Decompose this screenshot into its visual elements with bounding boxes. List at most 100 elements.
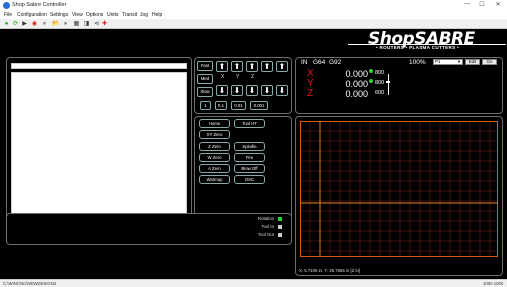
toolpath-grid[interactable] (300, 121, 498, 257)
jog-slow-label: Slow (200, 89, 210, 94)
jog-fast-label: Fast (200, 63, 210, 68)
app-icon (3, 2, 10, 9)
menu-units[interactable]: Units (107, 12, 118, 18)
go-button[interactable]: Go (482, 59, 497, 65)
io-status-panel: Rotation Tool In Tool Out (6, 213, 292, 245)
logo-tagline: • ROUTERS • PLASMA CUTTERS • (376, 45, 459, 50)
axis-y-label: Y (236, 74, 240, 80)
edit-button[interactable]: Edit (465, 59, 480, 65)
g92-indicator: G92 (329, 59, 342, 66)
step-0-001-button[interactable]: 0.001 (250, 101, 268, 110)
jog-fast-button[interactable]: Fast (197, 61, 213, 71)
osc-button[interactable]: OSC (234, 175, 265, 184)
g64-indicator: G64 (313, 59, 326, 66)
back-icon[interactable]: ⊲ (93, 21, 100, 27)
menu-transit[interactable]: Transit (122, 12, 137, 18)
jog-med-button[interactable]: Med (197, 74, 213, 84)
status-right: 1000 1000 (483, 281, 504, 286)
dro-z-axis-label: Z (307, 88, 314, 99)
speed-slider-handle[interactable] (386, 81, 390, 83)
z-zero-button[interactable]: Z Zero (199, 142, 230, 151)
step-0-01-button[interactable]: 0.01 (231, 101, 246, 110)
dro-z-value: 0.000 (345, 89, 368, 99)
dro-x-value: 0.000 (345, 69, 368, 79)
open-folder-icon[interactable]: 📂 (52, 21, 59, 27)
program-panel (6, 57, 192, 237)
jog-x-plus-arrow-icon[interactable]: ⬆ (216, 61, 228, 72)
toolpath-plot-panel: X: 5.7106 in, Y: 25.7566 in [Z in] (295, 116, 503, 276)
maximize-button[interactable]: ☐ (475, 1, 489, 8)
menu-help[interactable]: Help (152, 12, 162, 18)
rotation-label: Rotation (257, 216, 274, 221)
menu-configuration[interactable]: Configuration (17, 12, 47, 18)
tool-out-label: Tool Out (257, 232, 274, 237)
jog-y-plus-arrow-icon[interactable]: ⬆ (231, 61, 243, 72)
menu-file[interactable]: File (4, 12, 12, 18)
home-button[interactable]: Home (199, 119, 230, 128)
units-indicator: IN (301, 59, 308, 66)
jog-a-minus-arrow-icon[interactable]: ⬇ (261, 85, 273, 96)
y-status-led (369, 79, 373, 83)
hold-icon[interactable]: ⏸ (62, 21, 69, 27)
jog-x-minus-arrow-icon[interactable]: ⬇ (216, 85, 228, 96)
window-icon[interactable]: ◨ (83, 21, 90, 27)
tool-in-indicator (278, 225, 282, 229)
status-bar: C:\WINCNC\NEWDESIGN2 1000 1000 (0, 279, 507, 287)
z-speed: 600 (375, 90, 385, 96)
jog-b-minus-arrow-icon[interactable]: ⬇ (276, 85, 288, 96)
tool-ht-button[interactable]: Tool HT (234, 119, 265, 128)
blow-off-button[interactable]: Blow Off (234, 164, 265, 173)
main-area: ShopSABRE • ROUTERS • PLASMA CUTTERS • F… (0, 29, 507, 279)
jog-z-minus-arrow-icon[interactable]: ⬇ (246, 85, 258, 96)
command-input[interactable] (11, 63, 187, 69)
warmup-button[interactable]: Warmup (199, 175, 230, 184)
title-bar: Shop Sabre Controller — ☐ ✕ (0, 0, 507, 11)
x-status-led (369, 69, 373, 73)
dro-y-value: 0.000 (345, 79, 368, 89)
jog-b-plus-arrow-icon[interactable]: ⬆ (276, 61, 288, 72)
chevron-down-icon: ▼ (457, 59, 461, 64)
jog-z-plus-arrow-icon[interactable]: ⬆ (246, 61, 258, 72)
axis-x-label: X (221, 74, 225, 80)
jog-a-plus-arrow-icon[interactable]: ⬆ (261, 61, 273, 72)
gcode-listing[interactable] (11, 72, 187, 234)
jog-y-minus-arrow-icon[interactable]: ⬇ (231, 85, 243, 96)
pause-icon[interactable]: ⏸ (41, 21, 48, 27)
menu-jog[interactable]: Jog (140, 12, 148, 18)
program-select-value: P1 (435, 59, 441, 64)
speed-slider[interactable] (388, 74, 389, 95)
tool-in-label: Tool In (261, 224, 274, 229)
minimize-button[interactable]: — (460, 1, 474, 7)
run-icon[interactable]: ▶ (21, 21, 28, 27)
menu-bar: File Configuration Settings View Options… (0, 11, 507, 19)
fire-button[interactable]: Fire (234, 153, 265, 162)
axis-z-label: Z (251, 74, 255, 80)
jog-panel: Fast Med Slow ⬆ ⬆ ⬆ ⬆ ⬆ X Y Z ⬇ ⬇ ⬇ ⬇ ⬇ … (194, 57, 292, 114)
toolbar: ● ⟳ ▶ ◉ ⏸ 📂 ⏸ ▦ ◨ ⊲ ✚ (0, 19, 507, 29)
tool-out-indicator (278, 233, 282, 237)
menu-settings[interactable]: Settings (50, 12, 68, 18)
jog-slow-button[interactable]: Slow (197, 87, 213, 97)
refresh-icon[interactable]: ⟳ (12, 21, 19, 27)
step-0-1-button[interactable]: 0.1 (215, 101, 227, 110)
spindle-button[interactable]: Spindle (234, 142, 265, 151)
close-button[interactable]: ✕ (491, 1, 505, 8)
file-path: C:\WINCNC\NEWDESIGN2 (3, 281, 57, 286)
start-icon[interactable]: ● (3, 21, 10, 27)
xy-zero-button[interactable]: XY Zero (199, 130, 230, 139)
window-title: Shop Sabre Controller (12, 2, 67, 8)
w-zero-button[interactable]: W Zero (199, 153, 230, 162)
rotation-indicator (278, 217, 282, 221)
grid-icon[interactable]: ▦ (73, 21, 80, 27)
cursor-coordinates: X: 5.7106 in, Y: 25.7566 in [Z in] (299, 268, 361, 273)
stop-icon[interactable]: ◉ (31, 21, 38, 27)
program-select[interactable]: P1 ▼ (433, 59, 463, 65)
jog-med-label: Med (200, 76, 210, 81)
a-zero-button[interactable]: A Zero (199, 164, 230, 173)
menu-options[interactable]: Options (86, 12, 103, 18)
menu-view[interactable]: View (72, 12, 83, 18)
origin-icon[interactable]: ✚ (101, 21, 108, 27)
dro-panel: IN G64 G92 100% P1 ▼ Edit Go X 0.000 800… (295, 57, 503, 114)
x-speed: 800 (375, 70, 385, 76)
step-1-button[interactable]: 1 (200, 101, 211, 110)
